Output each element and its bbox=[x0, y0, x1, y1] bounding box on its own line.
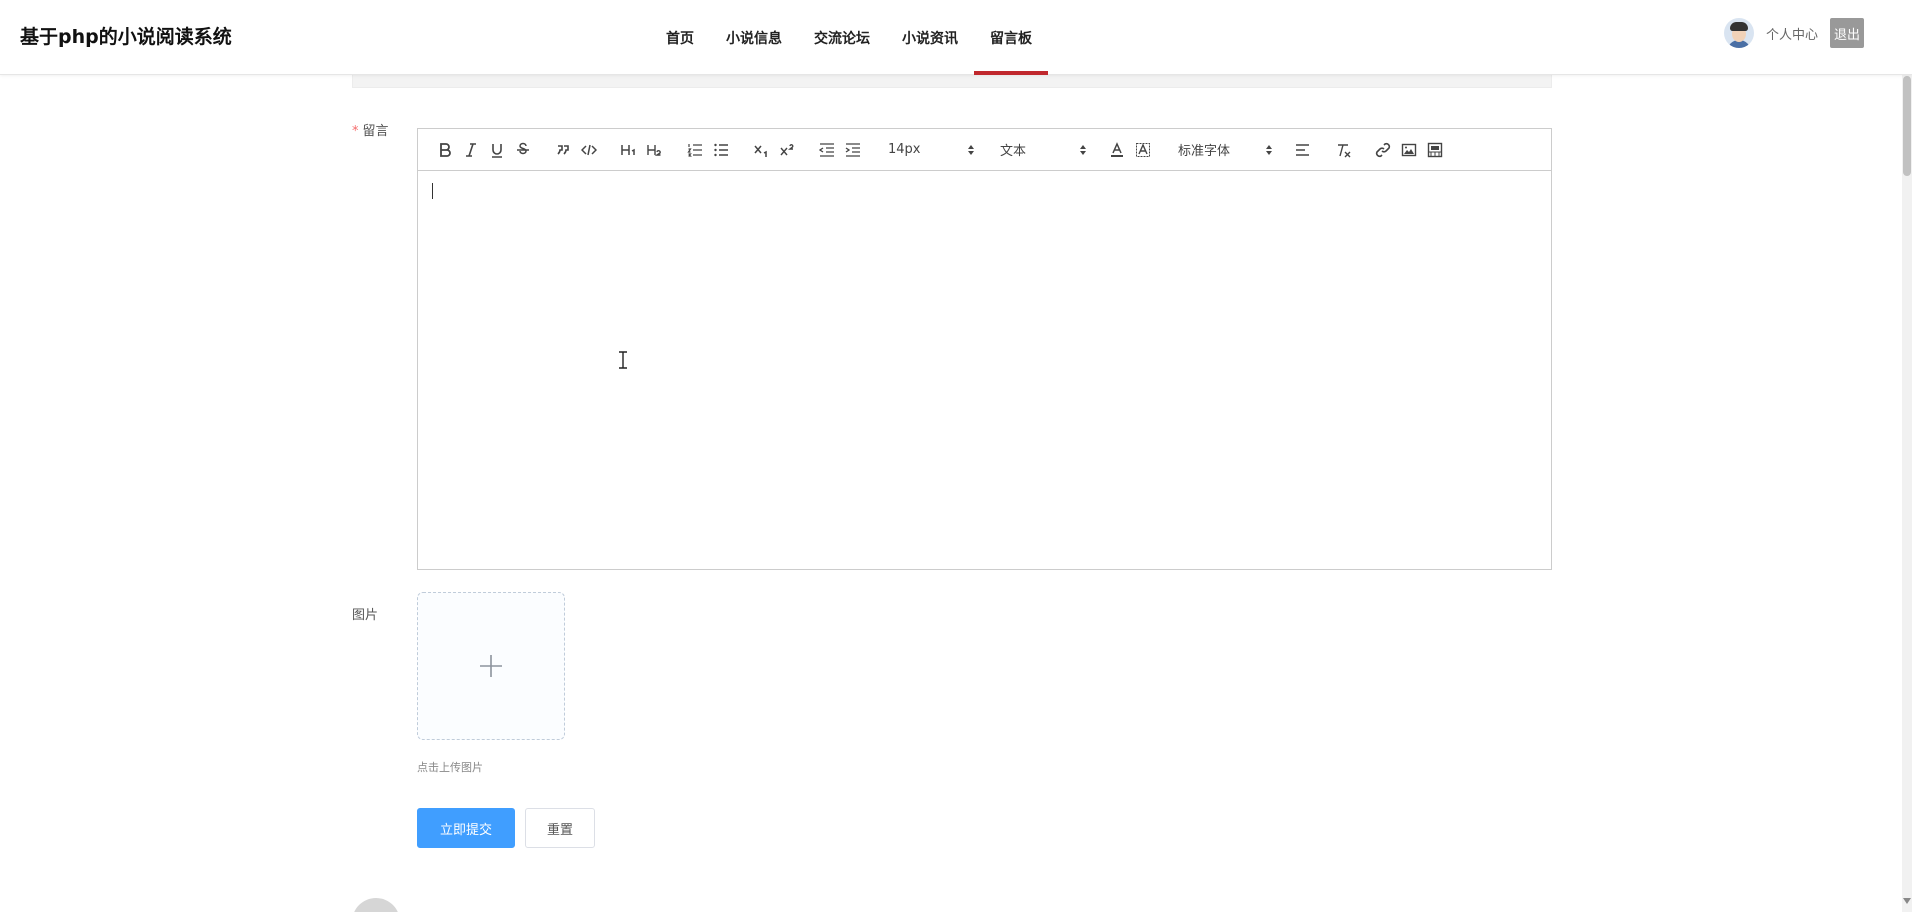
avatar[interactable] bbox=[1723, 18, 1754, 48]
font-size-select[interactable]: 14px bbox=[880, 137, 978, 163]
nav-message-board[interactable]: 留言板 bbox=[974, 0, 1048, 75]
scroll-down-arrow-icon[interactable] bbox=[1903, 898, 1911, 904]
upload-hint: 点击上传图片 bbox=[417, 761, 483, 774]
font-color-icon[interactable] bbox=[1104, 137, 1130, 163]
subscript-icon[interactable] bbox=[748, 137, 774, 163]
underline-icon[interactable] bbox=[484, 137, 510, 163]
indent-icon[interactable] bbox=[840, 137, 866, 163]
superscript-icon[interactable] bbox=[774, 137, 800, 163]
outdent-icon[interactable] bbox=[814, 137, 840, 163]
logout-button[interactable]: 退出 bbox=[1829, 18, 1864, 48]
select-arrows-icon bbox=[1266, 144, 1272, 155]
h2-icon[interactable] bbox=[642, 137, 668, 163]
align-icon[interactable] bbox=[1290, 137, 1316, 163]
top-navbar: 基于php的小说阅读系统 首页 小说信息 交流论坛 小说资讯 留言板 个人中心 … bbox=[0, 0, 1912, 75]
link-icon[interactable] bbox=[1370, 137, 1396, 163]
select-arrows-icon bbox=[968, 144, 974, 155]
strike-icon[interactable] bbox=[510, 137, 536, 163]
bold-icon[interactable] bbox=[432, 137, 458, 163]
image-label: 图片 bbox=[352, 608, 379, 623]
bottom-avatar-placeholder bbox=[352, 898, 400, 912]
image-upload-box[interactable] bbox=[417, 592, 565, 740]
nav-forum[interactable]: 交流论坛 bbox=[798, 0, 886, 75]
video-icon[interactable] bbox=[1422, 137, 1448, 163]
code-block-icon[interactable] bbox=[576, 137, 602, 163]
rich-text-editor: 14px 文本 标准字体 bbox=[417, 128, 1552, 570]
user-area: 个人中心 退出 bbox=[1723, 18, 1864, 48]
block-format-select[interactable]: 文本 bbox=[992, 137, 1090, 163]
user-center-link[interactable]: 个人中心 bbox=[1766, 24, 1818, 43]
clean-format-icon[interactable] bbox=[1330, 137, 1356, 163]
italic-icon[interactable] bbox=[458, 137, 484, 163]
page-scrollbar[interactable] bbox=[1902, 75, 1912, 912]
reset-button[interactable]: 重置 bbox=[525, 808, 595, 848]
select-arrows-icon bbox=[1080, 144, 1086, 155]
text-cursor-icon bbox=[619, 351, 627, 369]
form-top-edge bbox=[352, 75, 1552, 88]
site-title[interactable]: 基于php的小说阅读系统 bbox=[20, 22, 232, 49]
bullet-list-icon[interactable] bbox=[708, 137, 734, 163]
main-nav: 首页 小说信息 交流论坛 小说资讯 留言板 bbox=[650, 0, 1048, 75]
editor-toolbar: 14px 文本 标准字体 bbox=[418, 129, 1551, 171]
nav-novel-info[interactable]: 小说信息 bbox=[710, 0, 798, 75]
ordered-list-icon[interactable] bbox=[682, 137, 708, 163]
required-mark: * bbox=[352, 124, 359, 139]
nav-home[interactable]: 首页 bbox=[650, 0, 710, 75]
image-icon[interactable] bbox=[1396, 137, 1422, 163]
scrollbar-thumb[interactable] bbox=[1903, 76, 1911, 176]
text-caret bbox=[432, 183, 433, 199]
message-label: * 留言 bbox=[352, 124, 389, 139]
blockquote-icon[interactable] bbox=[550, 137, 576, 163]
font-family-select[interactable]: 标准字体 bbox=[1170, 137, 1276, 163]
editor-content-area[interactable] bbox=[418, 171, 1551, 569]
background-color-icon[interactable] bbox=[1130, 137, 1156, 163]
h1-icon[interactable] bbox=[616, 137, 642, 163]
submit-button[interactable]: 立即提交 bbox=[417, 808, 515, 848]
plus-icon bbox=[480, 655, 502, 677]
nav-novel-news[interactable]: 小说资讯 bbox=[886, 0, 974, 75]
